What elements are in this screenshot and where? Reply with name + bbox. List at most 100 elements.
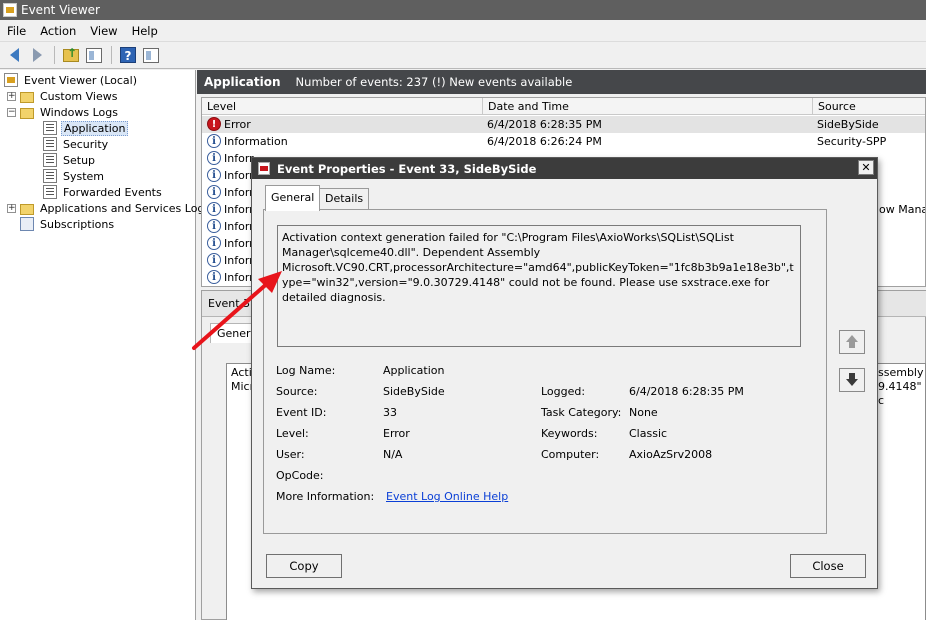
- level-cell: Inforr: [224, 220, 254, 233]
- column-header-level[interactable]: Level: [202, 98, 483, 115]
- tree-item-windows-logs[interactable]: − Windows Logs: [7, 104, 120, 120]
- up-folder-icon: [63, 46, 79, 62]
- task-category-value: None: [629, 406, 658, 419]
- log-icon: [43, 137, 57, 151]
- forward-button[interactable]: [26, 45, 48, 65]
- details-pane-text-line: ssembly: [878, 366, 924, 379]
- information-icon: i: [207, 219, 221, 233]
- tree-item-apps-services-logs[interactable]: + Applications and Services Logs: [7, 200, 212, 216]
- help-icon: ?: [120, 47, 136, 63]
- computer-label: Computer:: [541, 448, 600, 461]
- expand-icon[interactable]: +: [7, 203, 16, 213]
- copy-button[interactable]: Copy: [266, 554, 342, 578]
- window-title: Event Viewer: [21, 3, 100, 17]
- event-viewer-icon: [3, 3, 17, 17]
- menu-help[interactable]: Help: [125, 24, 165, 38]
- tree-item-label: Custom Views: [40, 89, 118, 103]
- forward-arrow-icon: [32, 48, 42, 62]
- source-cell: SideBySide: [817, 118, 879, 131]
- level-cell: Inforr: [224, 203, 254, 216]
- user-value: N/A: [383, 448, 403, 461]
- information-icon: i: [207, 253, 221, 267]
- log-icon: [43, 153, 57, 167]
- details-pane-right-text: ssembly 9.4148" c: [878, 366, 925, 408]
- folder-icon: [20, 203, 34, 215]
- up-level-button[interactable]: [60, 45, 82, 65]
- level-cell: Inforr: [224, 237, 254, 250]
- folder-icon: [20, 107, 34, 119]
- tree-item-subscriptions[interactable]: Subscriptions: [20, 216, 116, 232]
- down-arrow-icon: [846, 373, 858, 387]
- tree-item-application[interactable]: Application: [43, 120, 129, 136]
- pane-icon: [143, 47, 159, 63]
- dialog-title: Event Properties - Event 33, SideBySide: [277, 161, 537, 176]
- event-log-online-help-link[interactable]: Event Log Online Help: [386, 490, 508, 503]
- information-icon: i: [207, 168, 221, 182]
- tree-item-system[interactable]: System: [43, 168, 106, 184]
- tab-details[interactable]: Details: [319, 188, 370, 210]
- menu-view[interactable]: View: [83, 24, 124, 38]
- column-header-source[interactable]: Source: [813, 98, 925, 115]
- table-row[interactable]: i Information 6/4/2018 6:26:24 PM Securi…: [202, 133, 925, 150]
- level-value: Error: [383, 427, 410, 440]
- dialog-title-bar[interactable]: Event Properties - Event 33, SideBySide …: [252, 158, 877, 179]
- level-cell: Inforr: [224, 271, 254, 284]
- tree-item-label: Setup: [63, 153, 96, 167]
- table-row[interactable]: ! Error 6/4/2018 6:28:35 PM SideBySide: [202, 116, 925, 133]
- tree-root[interactable]: Event Viewer (Local): [4, 72, 139, 88]
- toolbar-separator: [111, 46, 112, 64]
- event-properties-icon: [258, 162, 270, 175]
- information-icon: i: [207, 270, 221, 284]
- event-description[interactable]: Activation context generation failed for…: [277, 225, 801, 347]
- level-cell: Inforr: [224, 186, 254, 199]
- window-title-bar: Event Viewer: [0, 0, 926, 20]
- menu-action[interactable]: Action: [33, 24, 83, 38]
- close-button[interactable]: Close: [790, 554, 866, 578]
- source-cell: ow Mana: [879, 203, 926, 216]
- tree-item-label: Applications and Services Logs: [40, 201, 211, 215]
- details-pane-text-line: 9.4148" c: [878, 380, 922, 407]
- back-button[interactable]: [3, 45, 25, 65]
- navigation-tree: Event Viewer (Local) + Custom Views − Wi…: [0, 70, 210, 620]
- menu-file[interactable]: File: [0, 24, 33, 38]
- level-cell: Information: [224, 135, 288, 148]
- tree-item-label: Application: [61, 120, 129, 136]
- datetime-cell: 6/4/2018 6:26:24 PM: [487, 135, 602, 148]
- action-pane-button[interactable]: [140, 45, 162, 65]
- information-icon: i: [207, 236, 221, 250]
- tree-item-security[interactable]: Security: [43, 136, 110, 152]
- keywords-label: Keywords:: [541, 427, 598, 440]
- column-header-date-time[interactable]: Date and Time: [483, 98, 813, 115]
- source-label: Source:: [276, 385, 318, 398]
- log-title: Application: [204, 75, 281, 89]
- log-icon: [43, 121, 57, 135]
- close-icon[interactable]: ✕: [858, 160, 874, 175]
- log-icon: [43, 185, 57, 199]
- toolbar-separator: [54, 46, 55, 64]
- toolbar: ?: [0, 42, 926, 69]
- computer-value: AxioAzSrv2008: [629, 448, 713, 461]
- tree-item-setup[interactable]: Setup: [43, 152, 97, 168]
- next-event-button[interactable]: [839, 368, 865, 392]
- tree-item-forwarded-events[interactable]: Forwarded Events: [43, 184, 164, 200]
- event-viewer-icon: [4, 73, 18, 87]
- expand-icon[interactable]: +: [7, 91, 16, 101]
- information-icon: i: [207, 185, 221, 199]
- tree-item-label: Security: [63, 137, 109, 151]
- information-icon: i: [207, 202, 221, 216]
- tree-item-custom-views[interactable]: + Custom Views: [7, 88, 119, 104]
- log-name-label: Log Name:: [276, 364, 336, 377]
- show-hide-pane-icon: [86, 47, 102, 63]
- collapse-icon[interactable]: −: [7, 107, 16, 117]
- datetime-cell: 6/4/2018 6:28:35 PM: [487, 118, 602, 131]
- error-icon: !: [207, 117, 221, 131]
- source-cell: Security-SPP: [817, 135, 887, 148]
- tree-item-label: Subscriptions: [40, 217, 115, 231]
- up-arrow-icon: [846, 335, 858, 349]
- tab-general[interactable]: General: [265, 185, 321, 211]
- help-button[interactable]: ?: [117, 45, 139, 65]
- information-icon: i: [207, 151, 221, 165]
- show-hide-tree-button[interactable]: [83, 45, 105, 65]
- previous-event-button[interactable]: [839, 330, 865, 354]
- level-cell: Inforr: [224, 152, 254, 165]
